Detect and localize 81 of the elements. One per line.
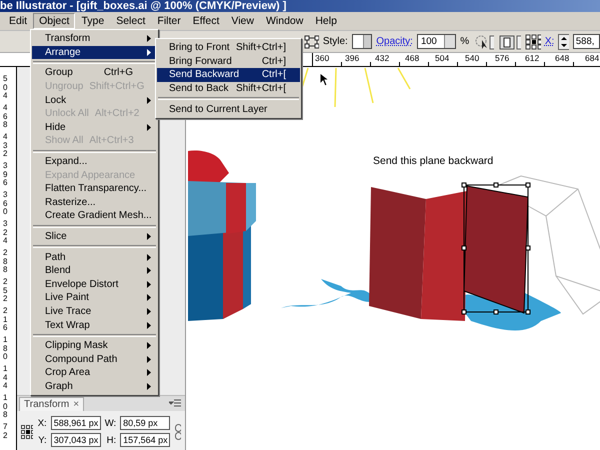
ruler-label: 108 [2,394,8,421]
ruler-label: 396 [343,53,372,62]
ruler-label: 288 [2,249,8,276]
ruler-label: 324 [2,220,8,247]
opacity-link[interactable]: Opacity: [376,36,413,47]
percent-label: % [460,36,470,47]
menu-item[interactable]: Slice [32,230,157,244]
chain-link-icon[interactable] [175,424,181,440]
menu-item[interactable]: Flatten Transparency... [32,182,157,196]
menu-item[interactable]: Type [75,13,110,29]
x-link[interactable]: X: [544,36,554,47]
ruler-label: 360 [2,191,8,218]
tab-label: Transform [24,398,70,411]
ruler-label: 360 [313,53,342,62]
menu-item[interactable]: Blend [32,264,157,278]
ruler-label: 144 [2,365,8,392]
ruler-label: 468 [2,104,8,131]
input-field[interactable]: 588,961 px [50,416,101,430]
field-label: Y: [38,434,47,446]
menu-item[interactable]: View [225,13,260,29]
window-title: be Illustrator - [gift_boxes.ai @ 100% (CMYK/Preview) ] [0,0,286,12]
menu-item[interactable]: Bring to Front Shift+Ctrl+] [157,41,300,55]
menu-item[interactable]: Bring Forward Ctrl+] [157,54,300,68]
field-label: W: [104,418,116,428]
style-dropdown[interactable] [352,34,372,49]
menu-item[interactable]: Group Ctrl+G [32,66,157,80]
ruler-label: 216 [2,307,8,334]
menu-item[interactable]: Select [110,13,152,29]
menu-item[interactable]: Create Gradient Mesh... [32,209,157,223]
panel-menu-icon[interactable] [169,399,181,407]
ruler-label: 396 [2,162,8,189]
ruler-label: 252 [2,278,8,305]
input-field[interactable]: 80,59 px [120,416,170,430]
ruler-label: 504 [2,75,8,102]
menu-item[interactable]: Envelope Distort [32,278,157,292]
reference-point-icon[interactable] [525,34,541,50]
menu-item[interactable]: Window [260,13,310,29]
menu-item[interactable]: Send to Back Shift+Ctrl+[ [157,82,300,96]
menu-item[interactable]: Edit [3,13,34,29]
menu-item[interactable]: Send to Current Layer [157,102,300,116]
ruler-label: 72 [2,423,8,442]
menu-item[interactable]: Live Paint [32,291,157,305]
menu-item[interactable]: Send Backward Ctrl+[ [157,68,300,82]
menu-item[interactable]: Text Wrap [32,318,157,332]
menu-item[interactable]: Arrange [32,46,157,60]
menu-item[interactable]: Help [309,13,343,29]
menu-item[interactable]: Compound Path [32,352,157,366]
annotation-text: Send this plane backward [373,155,494,167]
reference-point-icon[interactable] [21,424,33,438]
menu-item[interactable]: Lock [32,93,157,107]
menu-item[interactable]: Object [33,13,76,29]
ruler-label: 432 [373,53,402,62]
style-label: Style: [322,36,348,47]
menu-item[interactable]: Hide [32,120,157,134]
field-label: H: [106,434,116,446]
menu-item[interactable]: Graph [32,380,157,394]
cursor-icon [319,72,329,87]
isolate-select-icon[interactable] [473,34,494,50]
x-field[interactable]: 588, [572,34,600,49]
close-icon[interactable]: × [73,398,80,411]
ruler-label: 432 [2,133,8,160]
menu-item[interactable]: Crop Area [32,366,157,380]
align-icon[interactable] [498,34,522,50]
menu-item[interactable]: Expand... [32,154,157,168]
input-field[interactable]: 307,043 px [50,433,101,447]
menu-item[interactable]: Live Trace [32,304,157,318]
ruler-label: 468 [403,53,432,62]
opacity-field[interactable]: 100 [416,34,456,49]
transform-handles-icon[interactable] [303,34,319,50]
field-label: X: [38,418,47,428]
ruler-label: 684 [583,53,600,62]
menu-item[interactable]: Rasterize... [32,196,157,210]
menu-item[interactable]: Path [32,250,157,264]
transform-tab[interactable]: Transform × [19,397,84,411]
ruler-label: 180 [2,336,8,363]
input-field[interactable]: 157,564 px [120,433,170,447]
spinner-icon[interactable] [558,34,569,50]
menu-item[interactable]: Filter [151,13,187,29]
menu-item[interactable]: Effect [186,13,226,29]
menu-item[interactable]: Clipping Mask [32,338,157,352]
menu-item[interactable]: Transform [32,32,157,46]
